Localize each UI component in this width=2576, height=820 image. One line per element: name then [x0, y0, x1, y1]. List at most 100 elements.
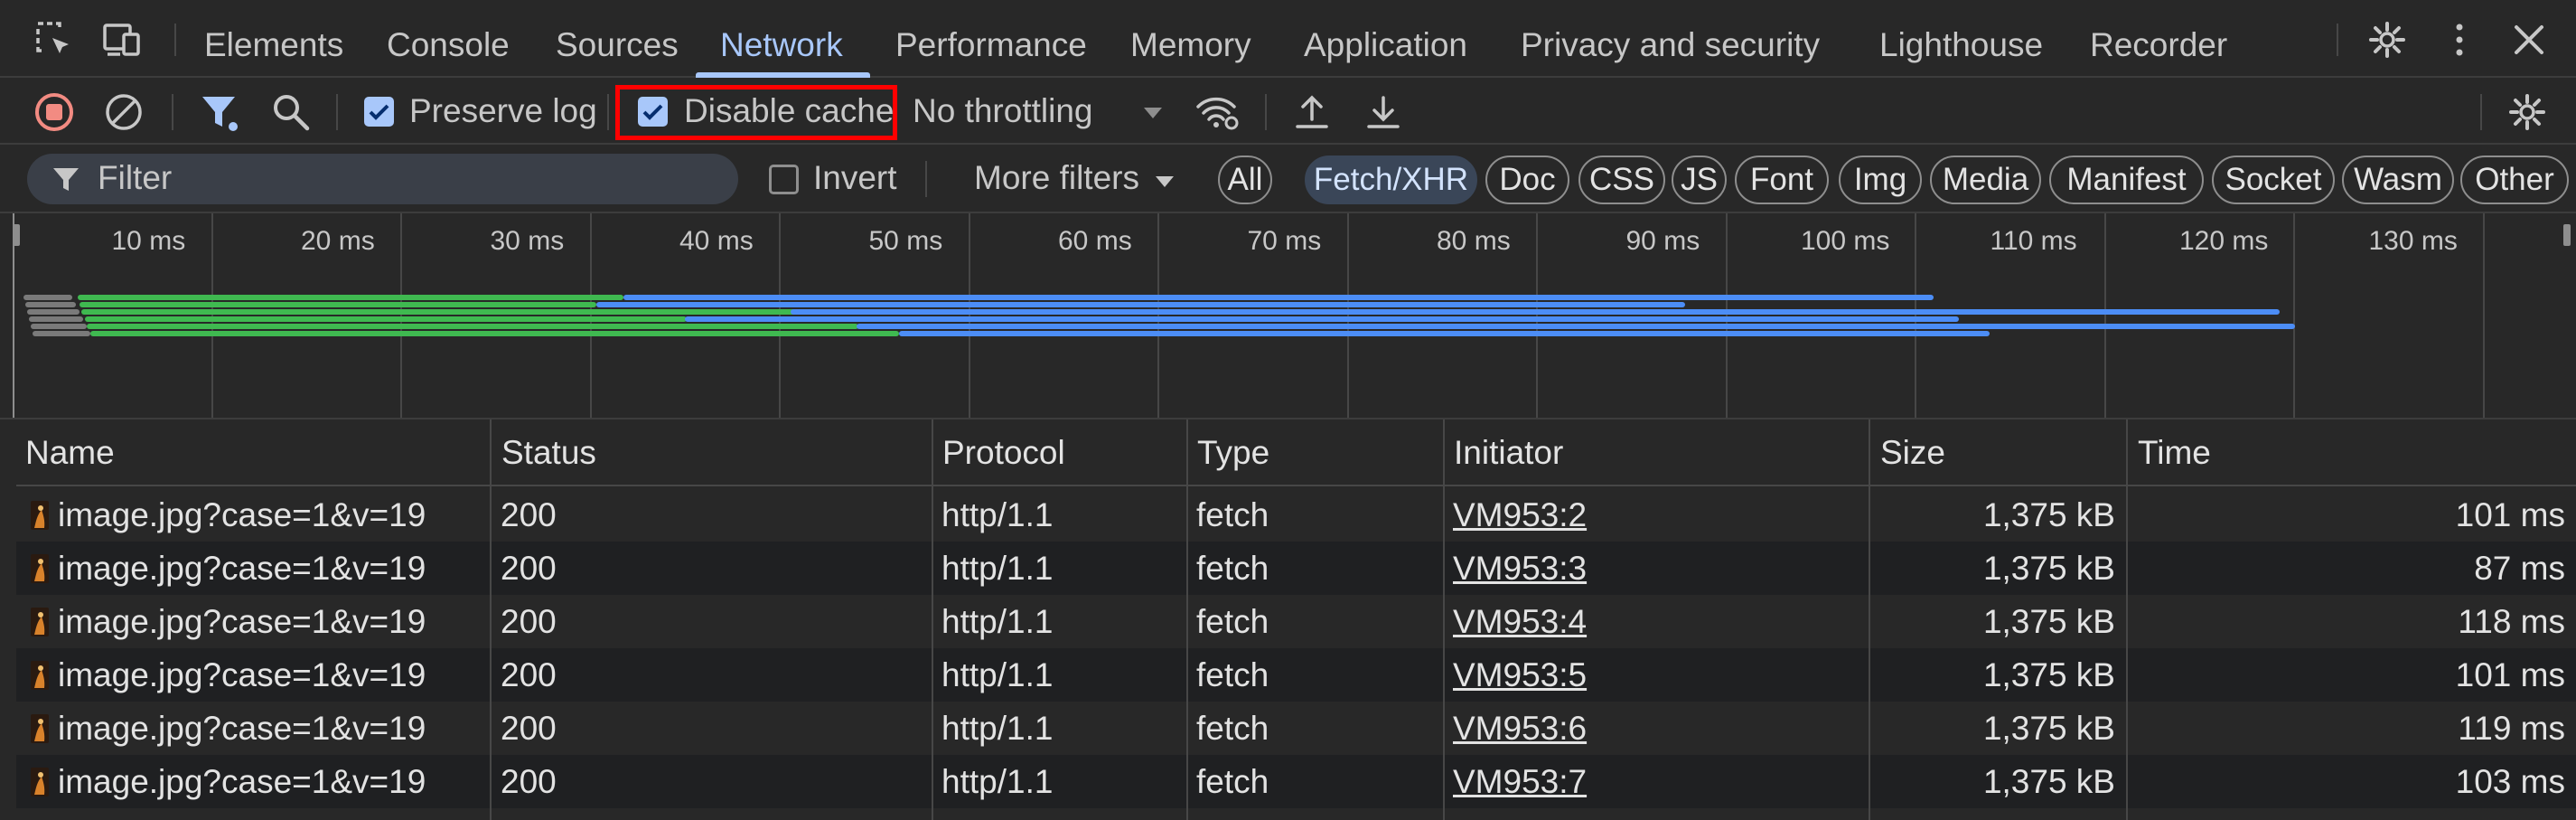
tab-elements[interactable]: Elements — [204, 0, 343, 78]
table-row[interactable]: image.jpg?case=1&v=19 200 http/1.1 fetch VM9… — [16, 755, 2576, 808]
initiator-link[interactable]: VM953:6 — [1453, 710, 1587, 747]
column-header-time[interactable]: Time — [2129, 419, 2576, 486]
filter-funnel-icon[interactable] — [201, 94, 240, 134]
more-filters-button[interactable]: More filters — [974, 159, 1139, 197]
cell-status: 200 — [501, 550, 557, 587]
preserve-log-label[interactable]: Preserve log — [409, 92, 597, 130]
cell-initiator[interactable]: VM953:3 — [1443, 542, 1869, 595]
overview-gridline — [1536, 213, 1538, 418]
type-filter-all[interactable]: All — [1218, 156, 1272, 204]
cell-size: 1,375 kB — [1982, 550, 2115, 587]
overview-gridline — [1346, 213, 1349, 418]
table-row[interactable]: image.jpg?case=1&v=19 200 http/1.1 fetch VM9… — [16, 542, 2576, 595]
tab-application[interactable]: Application — [1304, 0, 1467, 78]
overview-timing-bar — [87, 324, 858, 329]
type-filter-font[interactable]: Font — [1735, 156, 1829, 204]
more-options-icon[interactable] — [2440, 20, 2479, 60]
filter-input[interactable]: Filter — [27, 154, 738, 204]
column-header-size[interactable]: Size — [1871, 419, 2129, 486]
cell-initiator[interactable]: VM953:4 — [1443, 595, 1869, 648]
cell-time: 118 ms — [2458, 603, 2565, 640]
tab-performance[interactable]: Performance — [895, 0, 1087, 78]
overview-gridline — [1725, 213, 1728, 418]
overview-gridline — [2103, 213, 2106, 418]
cell-time: 101 ms — [2455, 656, 2565, 693]
type-filter-js[interactable]: JS — [1672, 156, 1727, 204]
overview-timing-bar — [29, 316, 83, 322]
column-header-status[interactable]: Status — [492, 419, 933, 486]
filter-bar: Filter Invert More filters All Fetch/XHR… — [0, 145, 2576, 213]
image-file-icon — [31, 608, 49, 636]
initiator-link[interactable]: VM953:5 — [1453, 656, 1587, 693]
tab-sources[interactable]: Sources — [556, 0, 679, 78]
network-conditions-icon[interactable] — [1195, 92, 1241, 132]
column-header-type[interactable]: Type — [1188, 419, 1445, 486]
clear-icon[interactable] — [104, 92, 144, 132]
type-filter-doc[interactable]: Doc — [1485, 156, 1569, 204]
network-settings-gear-icon[interactable] — [2507, 92, 2547, 132]
overview-gridline — [589, 213, 592, 418]
overview-timing-bar — [857, 324, 2295, 329]
network-overview-timeline[interactable]: 10 ms 20 ms 30 ms 40 ms 50 ms 60 ms 70 ms 80 ms… — [0, 213, 2576, 419]
import-har-upload-icon[interactable] — [1292, 92, 1332, 132]
tab-console[interactable]: Console — [387, 0, 510, 78]
search-icon[interactable] — [271, 92, 311, 132]
tab-recorder[interactable]: Recorder — [2090, 0, 2227, 78]
cell-initiator[interactable]: VM953:2 — [1443, 488, 1869, 542]
type-filter-other[interactable]: Other — [2460, 156, 2569, 204]
type-filter-css[interactable]: CSS — [1578, 156, 1665, 204]
overview-right-handle[interactable] — [2563, 224, 2571, 246]
table-row[interactable]: image.jpg?case=1&v=19 200 http/1.1 fetch VM9… — [16, 488, 2576, 542]
tab-memory[interactable]: Memory — [1130, 0, 1251, 78]
initiator-link[interactable]: VM953:2 — [1453, 496, 1587, 533]
overview-timing-bar — [23, 295, 72, 300]
type-filter-img[interactable]: Img — [1839, 156, 1922, 204]
more-filters-chevron-icon[interactable] — [1155, 175, 1175, 188]
inspect-element-icon[interactable] — [34, 20, 74, 60]
device-toolbar-icon[interactable] — [102, 20, 142, 60]
devtools-tab-bar: Elements Console Sources Network Perform… — [0, 0, 2576, 78]
cell-protocol: http/1.1 — [941, 710, 1054, 747]
column-header-protocol[interactable]: Protocol — [933, 419, 1188, 486]
cell-name: image.jpg?case=1&v=19 — [16, 542, 490, 595]
column-header-initiator[interactable]: Initiator — [1445, 419, 1871, 486]
cell-initiator[interactable]: VM953:5 — [1443, 648, 1869, 702]
tab-privacy-and-security[interactable]: Privacy and security — [1521, 0, 1820, 78]
type-filter-socket[interactable]: Socket — [2212, 156, 2335, 204]
cell-type: fetch — [1196, 763, 1269, 800]
cell-name: image.jpg?case=1&v=19 — [16, 648, 490, 702]
cell-type: fetch — [1196, 550, 1269, 587]
type-filter-manifest[interactable]: Manifest — [2049, 156, 2204, 204]
tab-network[interactable]: Network — [720, 0, 843, 78]
export-har-download-icon[interactable] — [1363, 92, 1403, 132]
column-header-name[interactable]: Name — [16, 419, 492, 486]
overview-timing-bar — [25, 302, 76, 307]
cell-size: 1,375 kB — [1982, 763, 2115, 800]
chevron-down-icon[interactable] — [1143, 107, 1163, 119]
cell-protocol: http/1.1 — [941, 496, 1054, 533]
invert-checkbox[interactable] — [769, 165, 799, 194]
table-row[interactable]: image.jpg?case=1&v=19 200 http/1.1 fetch VM9… — [16, 595, 2576, 648]
cell-initiator[interactable]: VM953:6 — [1443, 702, 1869, 755]
table-row[interactable]: image.jpg?case=1&v=19 200 http/1.1 fetch VM9… — [16, 648, 2576, 702]
cell-name: image.jpg?case=1&v=19 — [16, 595, 490, 648]
stop-recording-icon[interactable] — [34, 92, 74, 132]
type-filter-fetch-xhr[interactable]: Fetch/XHR — [1305, 156, 1477, 204]
tab-lighthouse[interactable]: Lighthouse — [1879, 0, 2043, 78]
overview-tick-label: 90 ms — [1625, 226, 1700, 256]
initiator-link[interactable]: VM953:4 — [1453, 603, 1587, 640]
throttling-select[interactable]: No throttling — [913, 92, 1093, 130]
initiator-link[interactable]: VM953:3 — [1453, 550, 1587, 587]
cell-initiator[interactable]: VM953:7 — [1443, 755, 1869, 808]
settings-gear-icon[interactable] — [2367, 20, 2407, 60]
initiator-link[interactable]: VM953:7 — [1453, 763, 1587, 800]
cell-size: 1,375 kB — [1982, 603, 2115, 640]
close-icon[interactable] — [2509, 20, 2549, 60]
invert-label[interactable]: Invert — [813, 159, 897, 197]
type-filter-media[interactable]: Media — [1930, 156, 2041, 204]
type-filter-wasm[interactable]: Wasm — [2342, 156, 2454, 204]
overview-tick-label: 30 ms — [490, 226, 565, 256]
table-row[interactable]: image.jpg?case=1&v=19 200 http/1.1 fetch VM9… — [16, 702, 2576, 755]
cell-size: 1,375 kB — [1982, 496, 2115, 533]
preserve-log-checkbox[interactable] — [364, 97, 394, 127]
